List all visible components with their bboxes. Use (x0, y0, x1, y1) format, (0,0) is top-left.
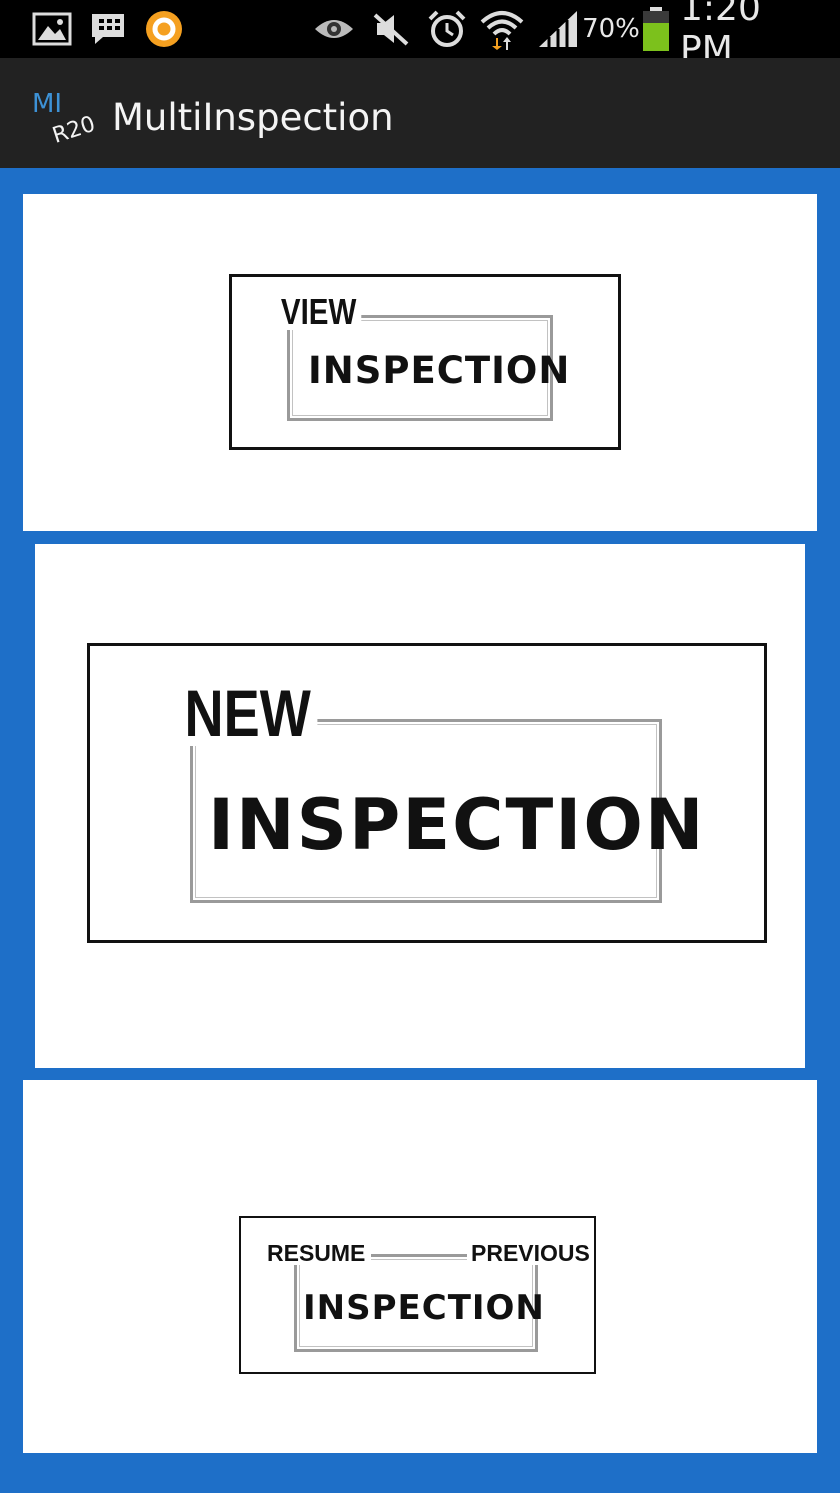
inspection-label: INSPECTION (303, 1288, 545, 1328)
eye-icon (312, 0, 356, 58)
battery-percentage: 70% (582, 14, 640, 44)
new-label: NEW (178, 680, 318, 746)
svg-text:MI: MI (32, 89, 62, 119)
clock-time: 1:20 PM (680, 0, 761, 70)
app-logo-icon: MI R20 (32, 89, 98, 149)
previous-label: PREVIOUS (467, 1242, 594, 1265)
resume-inspection-card[interactable]: RESUME PREVIOUS INSPECTION (23, 1080, 817, 1453)
mute-icon (370, 0, 412, 58)
wifi-icon (478, 0, 526, 58)
view-inspection-card[interactable]: VIEW INSPECTION (23, 194, 817, 531)
gallery-icon (30, 0, 74, 58)
new-inspection-card[interactable]: NEW INSPECTION (35, 544, 805, 1068)
signal-icon (536, 0, 580, 58)
battery-icon (640, 0, 672, 58)
view-inspection-button[interactable]: VIEW INSPECTION (229, 274, 621, 450)
app-title: MultiInspection (112, 96, 394, 139)
resume-label: RESUME (261, 1242, 372, 1265)
new-inspection-button[interactable]: NEW INSPECTION (87, 643, 767, 943)
alarm-icon (426, 0, 468, 58)
view-label: VIEW (276, 294, 362, 330)
inspection-label: INSPECTION (208, 784, 706, 866)
inspection-label: INSPECTION (308, 349, 571, 392)
status-bar: 70% 1:20 PM (0, 0, 840, 70)
resume-previous-inspection-button[interactable]: RESUME PREVIOUS INSPECTION (239, 1216, 596, 1374)
app-logo[interactable]: MI R20 (30, 86, 106, 149)
bbm-icon (88, 0, 128, 58)
app-circle-icon (142, 0, 186, 58)
